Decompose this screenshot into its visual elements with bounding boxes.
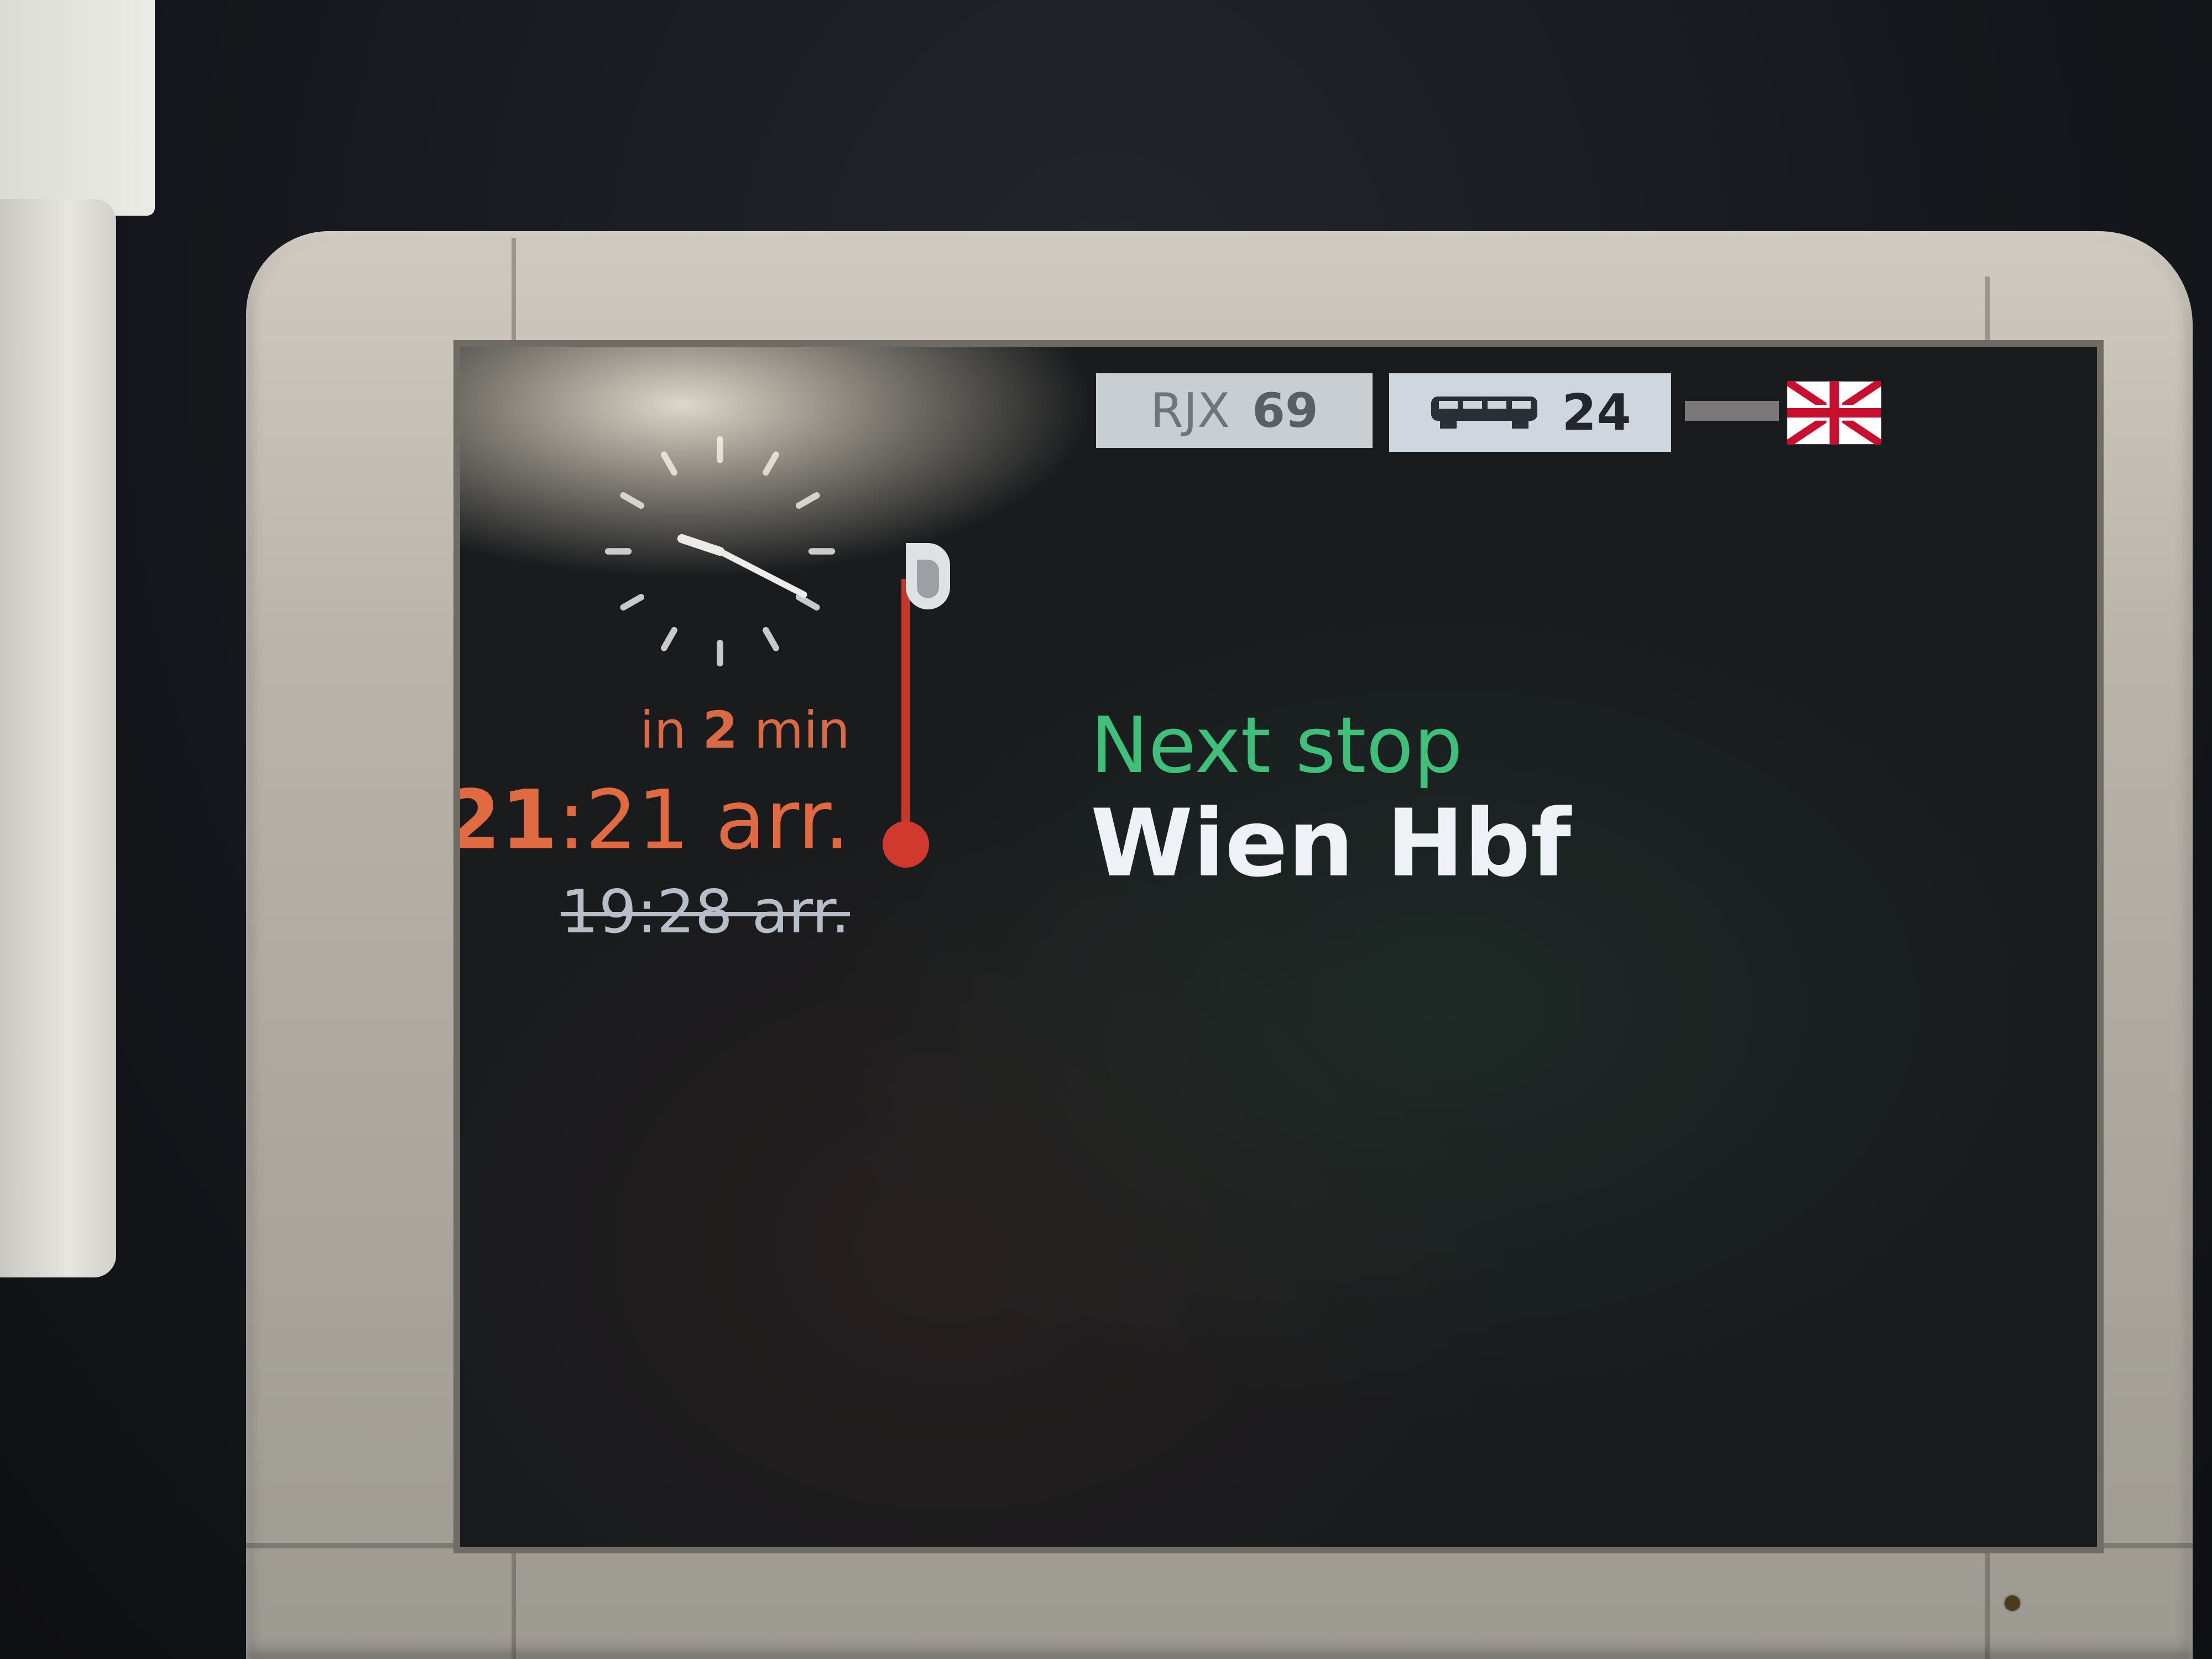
analog-clock-icon (604, 436, 836, 667)
arrival-countdown: in 2 min (640, 701, 850, 760)
route-timeline-line (901, 579, 910, 855)
scheduled-arrival-time: 19:28 arr. (560, 878, 850, 947)
coach-number-tab[interactable]: 24 (1389, 373, 1671, 452)
wall-panel-side (0, 199, 116, 1277)
countdown-unit: min (754, 701, 851, 760)
countdown-value: 2 (702, 701, 738, 760)
passenger-info-screen: RJX 69 24 in 2 min 21:21 arr. 19:28 arr.… (453, 340, 2104, 1553)
next-stop-dot-icon (883, 821, 929, 868)
train-position-marker-inner (917, 560, 939, 598)
countdown-prefix: in (640, 701, 686, 760)
train-number-tab[interactable]: RJX 69 (1096, 373, 1373, 448)
next-stop-station: Wien Hbf (1091, 789, 1571, 898)
uk-flag-icon[interactable] (1787, 381, 1881, 445)
arrival-minutes: :21 arr. (557, 773, 850, 868)
wall-panel-top (0, 0, 155, 216)
coach-number-label: 24 (1562, 383, 1631, 442)
arrival-hours: 21 (453, 773, 558, 868)
photo-scene: RJX 69 24 in 2 min 21:21 arr. 19:28 arr.… (0, 0, 2212, 1659)
train-number-label: 69 (1252, 383, 1318, 439)
train-type-label: RJX (1150, 383, 1230, 439)
next-stop-label: Next stop (1091, 701, 1463, 791)
railcar-icon (1431, 397, 1538, 429)
expected-arrival-time: 21:21 arr. (453, 773, 850, 868)
language-selector-inactive[interactable] (1685, 401, 1779, 421)
power-led-icon (2005, 1595, 2020, 1611)
